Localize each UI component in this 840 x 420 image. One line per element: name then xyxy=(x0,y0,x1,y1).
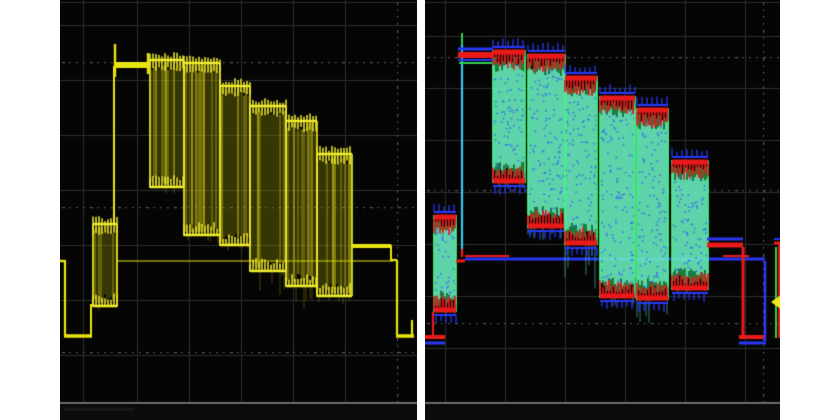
right-scope-waveform-canvas xyxy=(425,0,780,420)
left-scope-waveform-canvas xyxy=(60,0,417,420)
dual-oscilloscope-screenshot xyxy=(0,0,840,420)
right-scope-panel xyxy=(425,0,780,420)
left-scope-panel xyxy=(60,0,417,420)
